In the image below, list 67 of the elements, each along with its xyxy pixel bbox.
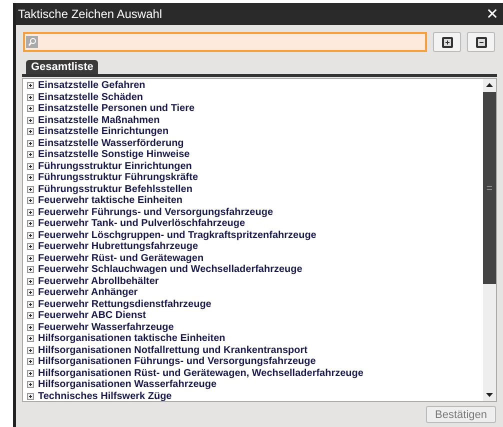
expand-icon[interactable] [27, 266, 34, 274]
scroll-thumb[interactable] [483, 92, 496, 284]
tree-item[interactable]: Hilfsorganisationen Rüst- und Gerätewagen, Wechselladerfahrzeuge [38, 368, 364, 379]
tree-item[interactable]: Feuerwehr Wasserfahrzeuge [38, 322, 174, 333]
expand-icon[interactable] [27, 243, 34, 250]
plus-square-icon [442, 36, 452, 48]
expand-icon[interactable] [27, 140, 34, 147]
expand-icon[interactable] [27, 128, 34, 136]
tree-item[interactable]: Feuerwehr Anhänger [38, 287, 138, 298]
expand-icon[interactable] [27, 392, 34, 400]
expand-icon[interactable] [27, 300, 34, 308]
expand-icon[interactable] [27, 232, 34, 239]
window-title: Taktische Zeichen Auswahl [18, 6, 162, 23]
tree-item[interactable]: Feuerwehr Schlauchwagen und Wechselladerfahrzeuge [38, 264, 302, 276]
expand-icon[interactable] [27, 82, 34, 90]
tree-item[interactable]: Feuerwehr Abrollbehälter [38, 276, 159, 287]
tree-item[interactable]: Feuerwehr Führungs- und Versorgungsfahrzeuge [38, 206, 274, 218]
tree-item[interactable]: Einsatzstelle Personen und Tiere [38, 103, 195, 114]
expand-icon[interactable] [27, 162, 34, 170]
tree-item[interactable]: Führungsstruktur Einrichtungen [38, 160, 192, 172]
expand-icon[interactable] [27, 186, 34, 193]
tree-item[interactable]: Einsatzstelle Sonstige Hinweise [38, 149, 190, 160]
tree-item[interactable]: Einsatzstelle Einrichtungen [38, 126, 169, 138]
expand-icon[interactable] [27, 370, 34, 377]
tree-item[interactable]: Einsatzstelle Gefahren [38, 80, 146, 92]
search-field[interactable] [23, 32, 427, 52]
tree-item[interactable]: Führungsstruktur Befehlsstellen [38, 184, 192, 195]
tree-item[interactable]: Führungsstruktur Führungskräfte [38, 172, 198, 184]
expand-icon[interactable] [27, 289, 34, 296]
tree-item[interactable]: Einsatzstelle Maßnahmen [38, 114, 160, 126]
tree-item[interactable]: Hilfsorganisationen Notfallrettung und Krankentransport [38, 344, 308, 356]
expand-icon[interactable] [27, 116, 34, 124]
expand-icon[interactable] [27, 278, 34, 285]
tree-item[interactable]: Feuerwehr Rettungsdienstfahrzeuge [38, 298, 212, 310]
tree-item[interactable]: Einsatzstelle Schäden [38, 92, 144, 103]
tree-item[interactable]: Hilfsorganisationen Führungs- und Versorgungsfahrzeuge [38, 356, 316, 368]
expand-icon[interactable] [27, 254, 34, 262]
tree-item[interactable]: Feuerwehr taktische Einheiten [38, 195, 182, 206]
expand-icon[interactable] [27, 208, 34, 216]
expand-icon[interactable] [27, 220, 34, 228]
tree-item[interactable]: Feuerwehr Hubrettungsfahrzeuge [38, 241, 198, 252]
expand-icon[interactable] [27, 174, 34, 182]
expand-icon[interactable] [27, 324, 34, 331]
tree-item[interactable]: Feuerwehr Rüst- und Gerätewagen [38, 252, 204, 264]
tree-item[interactable]: Feuerwehr Löschgruppen- und Tragkraftspritzenfahrzeuge [38, 230, 316, 241]
expand-icon[interactable] [27, 358, 34, 366]
tree-item[interactable]: Feuerwehr Tank- und Pulverlöschfahrzeuge [38, 218, 246, 230]
minus-square-icon [476, 36, 486, 48]
expand-icon[interactable] [27, 381, 34, 388]
collapse-all-button[interactable] [467, 32, 495, 52]
expand-icon[interactable] [27, 312, 34, 320]
expand-icon[interactable] [27, 105, 34, 112]
tree-item[interactable]: Hilfsorganisationen Wasserfahrzeuge [38, 379, 217, 390]
tree-item[interactable]: Technisches Hilfswerk Züge [38, 390, 172, 401]
expand-icon[interactable] [27, 94, 34, 101]
tree-item[interactable]: Hilfsorganisationen taktische Einheiten [38, 333, 226, 344]
search-icon [26, 36, 38, 48]
expand-icon[interactable] [27, 197, 34, 204]
tree-item[interactable]: Feuerwehr ABC Dienst [38, 310, 146, 322]
tab[interactable]: Gesamtliste [26, 60, 98, 74]
scrollbar[interactable] [483, 79, 496, 401]
expand-icon[interactable] [27, 151, 34, 158]
expand-icon[interactable] [27, 335, 34, 342]
tree-item[interactable]: Einsatzstelle Wasserförderung [38, 138, 184, 149]
close-button[interactable]: ✕ [486, 6, 499, 22]
expand-all-button[interactable] [433, 32, 461, 52]
expand-icon[interactable] [27, 346, 34, 354]
